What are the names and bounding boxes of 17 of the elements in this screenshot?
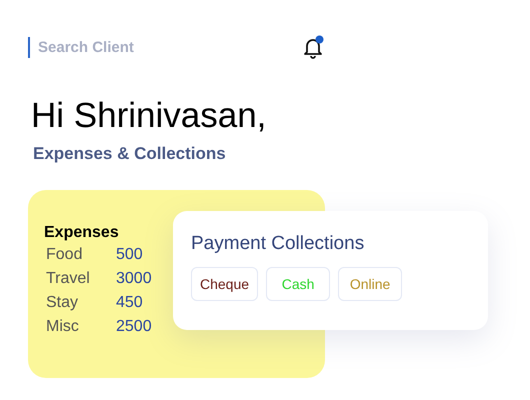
payment-method-button[interactable]: Cheque (191, 267, 258, 301)
expense-label: Misc (46, 317, 79, 337)
subtitle: Expenses & Collections (33, 144, 227, 164)
bell-icon[interactable] (301, 35, 325, 59)
expense-amount: 500 (116, 245, 143, 265)
expense-label: Stay (46, 293, 78, 313)
payment-method-button[interactable]: Online (338, 267, 402, 301)
expense-label: Travel (46, 269, 90, 289)
greeting-heading: Hi Shrinivasan, (31, 95, 268, 137)
payment-method-button[interactable]: Cash (266, 267, 330, 301)
expense-amount: 3000 (116, 269, 152, 289)
expense-amount: 450 (116, 293, 143, 313)
expense-label: Food (46, 245, 82, 265)
expense-amount: 2500 (116, 317, 152, 337)
expenses-title: Expenses (44, 224, 120, 242)
search-field[interactable]: Search Client (28, 37, 188, 58)
payment-title: Payment Collections (191, 233, 366, 255)
